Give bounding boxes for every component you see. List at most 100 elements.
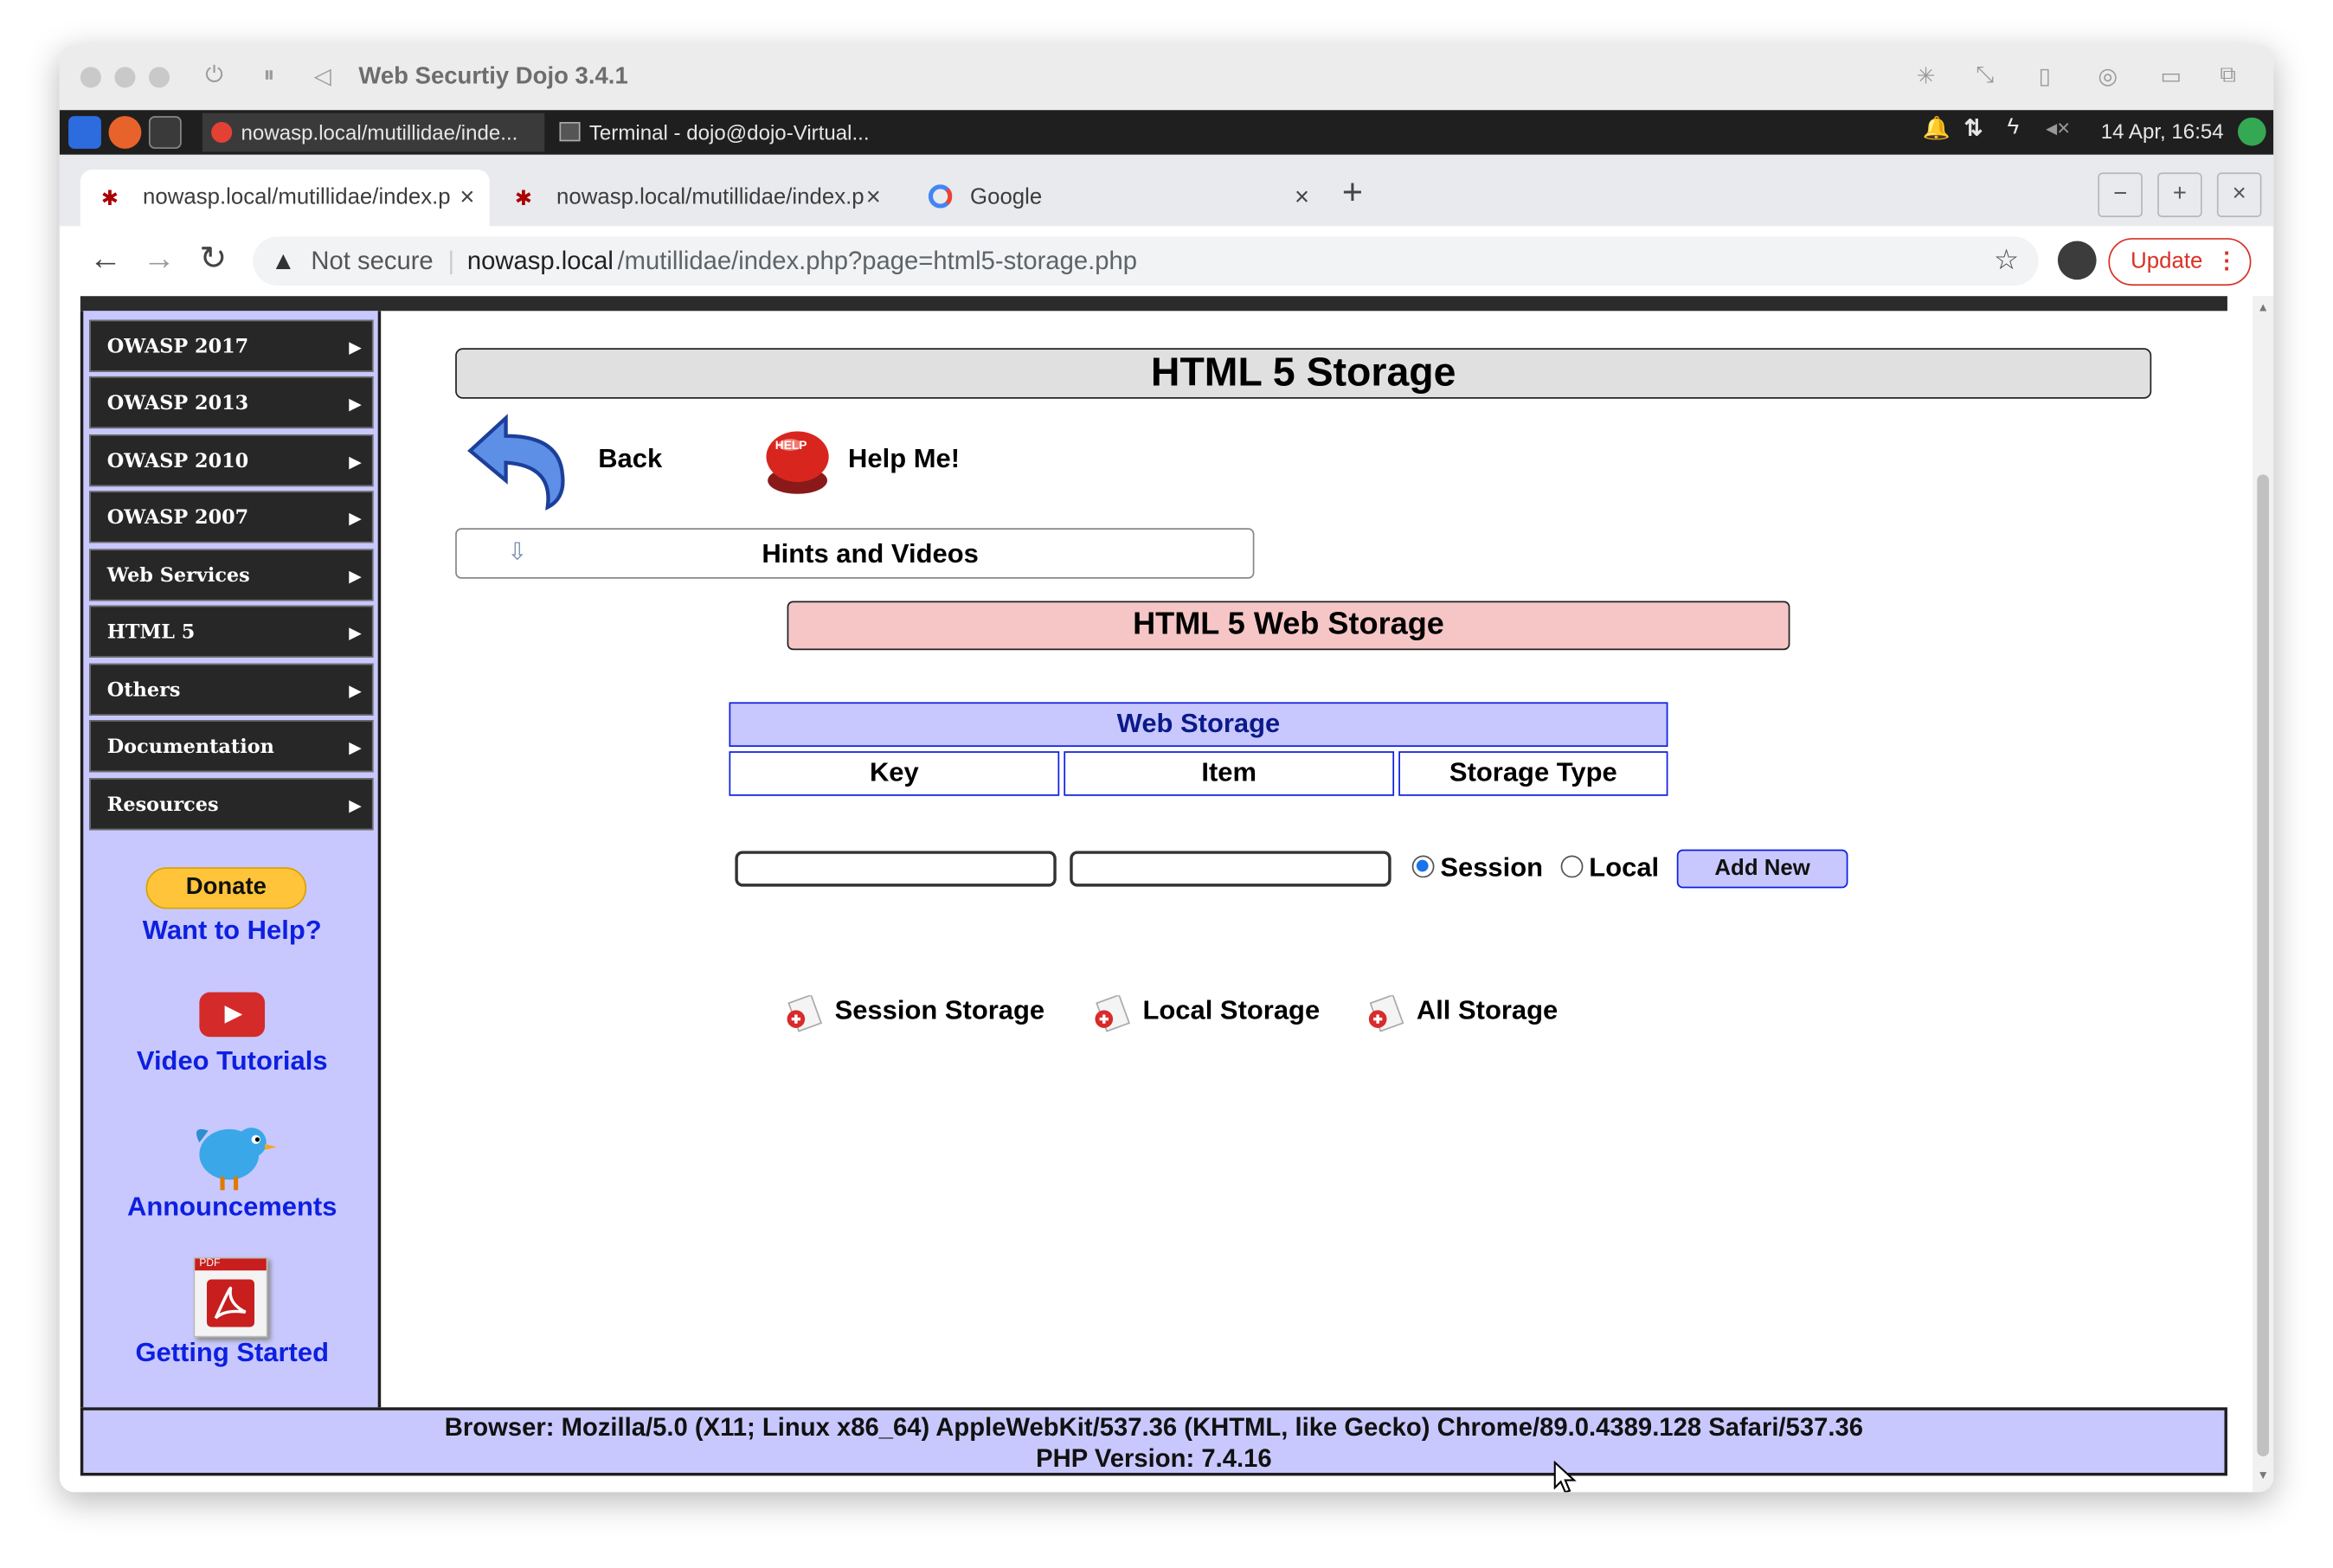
menu-label: Resources: [106, 794, 219, 817]
help-me-link[interactable]: Help Me!: [848, 443, 960, 474]
menu-web-services[interactable]: Web Services ▶: [89, 549, 374, 601]
network-icon[interactable]: ⇅: [1964, 114, 1983, 141]
profile-avatar-icon[interactable]: [2057, 241, 2097, 280]
menu-documentation[interactable]: Documentation ▶: [89, 720, 374, 773]
page-title: HTML 5 Storage: [455, 348, 2152, 399]
help-badge: HELP: [774, 439, 807, 453]
tab-second[interactable]: ✱ nowasp.local/mutillidae/index.p ×: [494, 170, 896, 226]
whisker-menu-icon[interactable]: [68, 116, 101, 149]
minimize-traffic-light[interactable]: [114, 67, 136, 88]
pause-icon[interactable]: ⏸: [263, 62, 274, 87]
scrollbar-thumb[interactable]: [2257, 474, 2270, 1457]
help-button-icon[interactable]: HELP: [761, 424, 835, 498]
local-radio-label[interactable]: Local: [1589, 852, 1659, 884]
local-storage-link[interactable]: Local Storage: [1092, 995, 1321, 1032]
hints-and-videos-toggle[interactable]: ⇩ Hints and Videos: [455, 528, 1255, 579]
taskbar-task-browser[interactable]: nowasp.local/mutillidae/inde...: [202, 112, 545, 152]
menu-owasp-2017[interactable]: OWASP 2017 ▶: [89, 319, 374, 372]
session-radio[interactable]: [1411, 855, 1435, 878]
terminal-icon[interactable]: [148, 116, 182, 149]
getting-started-link[interactable]: Getting Started: [83, 1338, 381, 1369]
warning-icon: ▲: [270, 247, 296, 276]
close-tab-icon[interactable]: ×: [866, 170, 881, 226]
session-radio-label[interactable]: Session: [1440, 852, 1543, 884]
tab-active[interactable]: ✱ nowasp.local/mutillidae/index.p ×: [80, 169, 490, 227]
menu-label: Documentation: [106, 736, 274, 759]
back-link[interactable]: Back: [598, 443, 662, 474]
close-traffic-light[interactable]: [80, 67, 101, 88]
usb-icon[interactable]: ▯: [2039, 62, 2051, 89]
close-tab-icon[interactable]: ×: [1295, 170, 1309, 226]
item-input[interactable]: [1070, 851, 1391, 887]
pdf-icon[interactable]: PDF: [193, 1256, 268, 1338]
page-viewport: OWASP 2017 ▶ OWASP 2013 ▶ OWASP 2010 ▶ OWAS…: [59, 296, 2253, 1493]
vm-titlebar: ⏻ ⏸ ◁ Web Securtiy Dojo 3.4.1 ✳ ⤡ ▯ ◎ ▭ …: [59, 44, 2274, 111]
task-label: Terminal - dojo@dojo-Virtual...: [588, 120, 870, 145]
firefox-icon[interactable]: [108, 116, 142, 149]
window-icon[interactable]: ⧉: [2220, 62, 2235, 87]
forward-arrow-icon[interactable]: →: [143, 240, 176, 279]
twitter-bird-icon[interactable]: [188, 1110, 277, 1193]
pdf-badge: PDF: [195, 1258, 267, 1271]
power-icon[interactable]: ⏻: [205, 62, 222, 87]
update-button[interactable]: Update ⋮: [2108, 238, 2252, 286]
add-new-button[interactable]: Add New: [1676, 849, 1848, 889]
menu-label: OWASP 2010: [106, 450, 249, 473]
scroll-up-icon[interactable]: ▲: [2257, 300, 2269, 313]
page-footer: Browser: Mozilla/5.0 (X11; Linux x86_64)…: [80, 1407, 2227, 1476]
video-tutorials-link[interactable]: Video Tutorials: [83, 1046, 381, 1077]
caret-right-icon: ▶: [349, 567, 362, 587]
hints-label: Hints and Videos: [762, 538, 979, 569]
sparkle-icon[interactable]: ✳: [1917, 62, 1936, 89]
donate-button[interactable]: Donate: [145, 867, 307, 909]
maximize-window-icon[interactable]: +: [2157, 172, 2202, 217]
youtube-icon[interactable]: [199, 992, 266, 1038]
key-input[interactable]: [735, 851, 1057, 887]
menu-html5[interactable]: HTML 5 ▶: [89, 605, 374, 658]
menu-owasp-2013[interactable]: OWASP 2013 ▶: [89, 376, 374, 429]
address-bar[interactable]: ▲ Not secure | nowasp.local /mutillidae/…: [253, 236, 2039, 286]
caret-right-icon: ▶: [349, 795, 362, 816]
notification-bell-icon[interactable]: 🔔: [1922, 114, 1950, 141]
omnibox-divider: |: [447, 247, 455, 276]
menu-owasp-2007[interactable]: OWASP 2007 ▶: [89, 491, 374, 543]
column-header-storage-type: Storage Type: [1398, 751, 1668, 796]
zoom-traffic-light[interactable]: [148, 67, 170, 88]
menu-owasp-2010[interactable]: OWASP 2010 ▶: [89, 434, 374, 487]
power-icon[interactable]: ϟ: [2007, 114, 2019, 139]
all-storage-link[interactable]: All Storage: [1366, 995, 1558, 1032]
close-tab-icon[interactable]: ×: [460, 170, 474, 226]
folder-icon[interactable]: ▭: [2161, 62, 2182, 89]
menu-resources[interactable]: Resources ▶: [89, 778, 374, 831]
storage-link-label: Local Storage: [1142, 995, 1321, 1025]
session-storage-link[interactable]: Session Storage: [784, 995, 1044, 1032]
reload-icon[interactable]: ↻: [199, 240, 227, 279]
new-tab-icon[interactable]: +: [1342, 172, 1363, 214]
resize-icon[interactable]: ⤡: [1976, 62, 1994, 87]
top-menu-strip: [80, 296, 2227, 312]
kebab-menu-icon[interactable]: ⋮: [2215, 240, 2238, 283]
tab-google[interactable]: Google ×: [908, 170, 1324, 226]
page-scrollbar[interactable]: ▲ ▼: [2253, 296, 2274, 1493]
chrome-tray-icon[interactable]: [2237, 117, 2266, 146]
bug-icon: ✱: [100, 185, 119, 210]
back-arrow-icon[interactable]: ←: [89, 240, 122, 279]
volume-muted-icon[interactable]: ◂×: [2046, 114, 2070, 141]
minimize-window-icon[interactable]: −: [2098, 172, 2143, 217]
close-window-icon[interactable]: ×: [2216, 172, 2262, 217]
scroll-down-icon[interactable]: ▼: [2257, 1468, 2269, 1481]
want-to-help-link[interactable]: Want to Help?: [83, 915, 381, 946]
back-icon[interactable]: ◁: [314, 62, 331, 89]
caret-right-icon: ▶: [349, 394, 362, 414]
local-radio[interactable]: [1560, 855, 1584, 878]
vm-window: ⏻ ⏸ ◁ Web Securtiy Dojo 3.4.1 ✳ ⤡ ▯ ◎ ▭ …: [59, 44, 2274, 1493]
security-label[interactable]: Not secure: [311, 236, 433, 286]
back-arrow-icon[interactable]: [461, 412, 575, 511]
camera-icon[interactable]: ◎: [2098, 62, 2118, 89]
delete-storage-icon: [1095, 995, 1131, 1032]
taskbar-task-terminal[interactable]: Terminal - dojo@dojo-Virtual...: [550, 113, 908, 152]
menu-others[interactable]: Others ▶: [89, 663, 374, 716]
clock[interactable]: 14 Apr, 16:54: [2101, 119, 2224, 144]
announcements-link[interactable]: Announcements: [83, 1192, 381, 1223]
bookmark-star-icon[interactable]: ☆: [1994, 236, 2019, 286]
